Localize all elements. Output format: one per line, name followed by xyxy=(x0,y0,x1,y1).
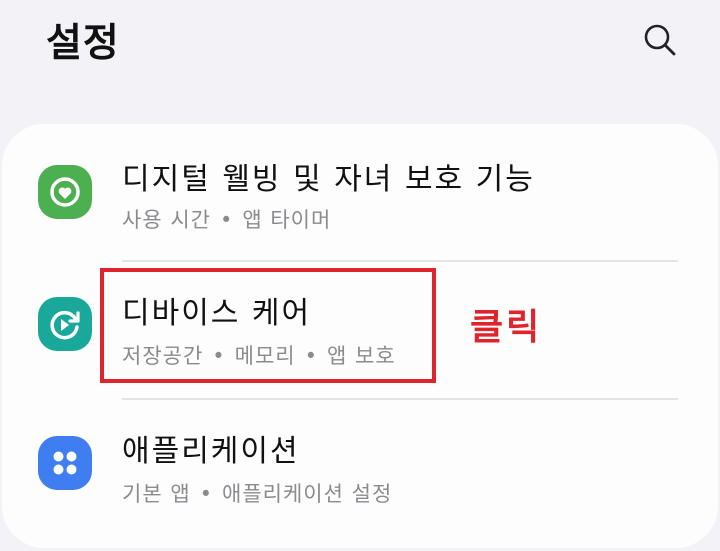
settings-item-subtitle: 사용 시간 • 앱 타이머 xyxy=(122,204,331,234)
subtitle-part: 기본 앱 xyxy=(122,482,191,506)
highlight-box xyxy=(100,268,436,383)
settings-item-applications[interactable]: 애플리케이션 기본 앱 • 애플리케이션 설정 xyxy=(2,400,718,536)
subtitle-part: 앱 타이머 xyxy=(242,208,332,232)
page-title: 설정 xyxy=(46,21,120,66)
separator-dot: • xyxy=(219,208,234,232)
header-bar: 설정 xyxy=(0,0,720,100)
search-button[interactable] xyxy=(638,18,682,62)
settings-item-digital-wellbeing[interactable]: 디지털 웰빙 및 자녀 보호 기능 사용 시간 • 앱 타이머 xyxy=(2,124,718,260)
settings-item-subtitle: 기본 앱 • 애플리케이션 설정 xyxy=(122,478,392,508)
click-annotation-label: 클릭 xyxy=(470,307,543,348)
subtitle-part: 애플리케이션 설정 xyxy=(222,482,393,506)
search-icon xyxy=(644,24,676,56)
apps-icon xyxy=(38,436,92,490)
device-care-icon xyxy=(38,297,92,351)
subtitle-part: 사용 시간 xyxy=(122,208,211,232)
digital-wellbeing-icon xyxy=(38,165,92,219)
separator-dot: • xyxy=(199,482,214,506)
settings-item-title: 디지털 웰빙 및 자녀 보호 기능 xyxy=(122,162,535,197)
settings-item-title: 애플리케이션 xyxy=(122,434,300,469)
